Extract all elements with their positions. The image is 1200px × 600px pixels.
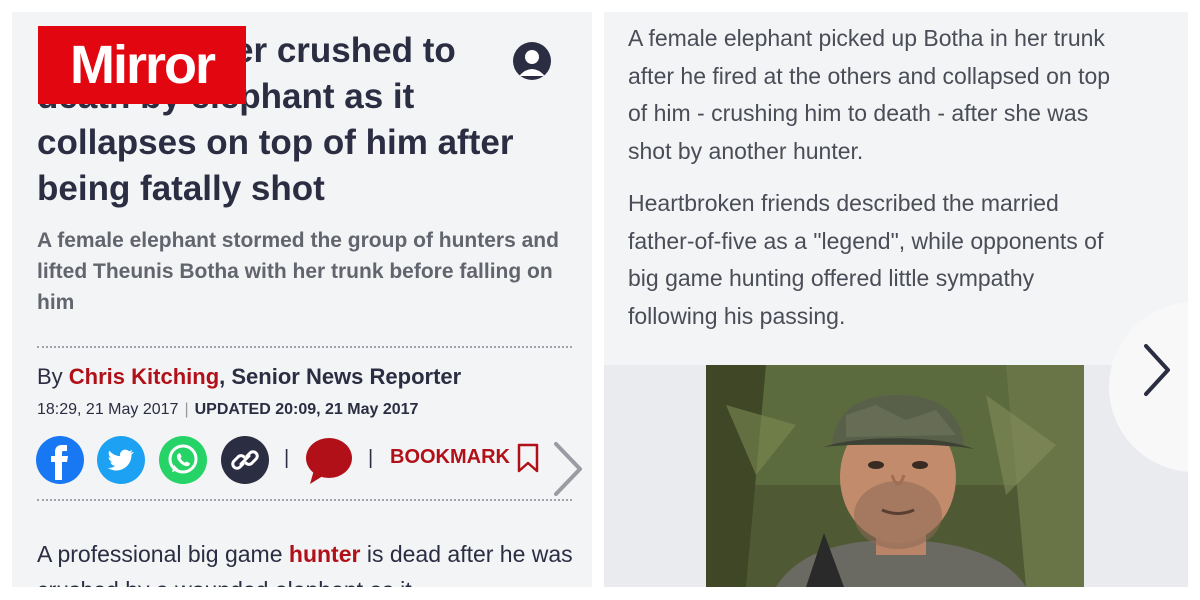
headline-line-3: collapses on top of him after <box>37 123 514 162</box>
divider <box>37 346 572 348</box>
hunter-link[interactable]: hunter <box>289 541 361 567</box>
comment-icon[interactable] <box>304 436 354 486</box>
date-separator: | <box>184 401 189 418</box>
author-role: , Senior News Reporter <box>219 364 462 389</box>
body-text: A professional big game <box>37 541 289 567</box>
article-photo[interactable] <box>706 365 1084 587</box>
article-header-panel: Mirror nter crushed to death by elephant… <box>12 12 592 587</box>
article-subheading: A female elephant stormed the group of h… <box>37 229 559 314</box>
chevron-right-icon[interactable] <box>1142 342 1172 403</box>
facebook-icon[interactable] <box>36 436 84 484</box>
account-icon[interactable] <box>513 42 551 80</box>
article-paragraph: A female elephant picked up Botha in her… <box>628 25 1111 164</box>
whatsapp-icon[interactable] <box>159 436 207 484</box>
article-dates: 18:29, 21 May 2017 | UPDATED 20:09, 21 May… <box>37 401 418 419</box>
bookmark-button[interactable]: BOOKMARK <box>390 446 510 469</box>
article-body-panel: A female elephant picked up Botha in her… <box>604 12 1188 587</box>
byline: By Chris Kitching, Senior News Reporter <box>37 364 461 390</box>
byline-prefix: By <box>37 364 69 389</box>
chevron-right-icon[interactable] <box>552 440 586 503</box>
mirror-logo[interactable]: Mirror <box>38 26 246 104</box>
bookmark-icon[interactable] <box>517 443 539 478</box>
share-pipe-2: | <box>368 447 374 469</box>
updated-time: UPDATED 20:09, 21 May 2017 <box>194 401 419 418</box>
article-paragraph: Heartbroken friends described the marrie… <box>628 190 1104 329</box>
divider-2 <box>37 499 572 501</box>
article-body-start: A professional big game hunter is dead a… <box>37 536 577 587</box>
twitter-icon[interactable] <box>97 436 145 484</box>
link-icon[interactable] <box>221 436 269 484</box>
headline-line-4: being fatally shot <box>37 169 325 208</box>
share-pipe: | <box>284 447 290 469</box>
author-link[interactable]: Chris Kitching <box>69 364 219 389</box>
published-time: 18:29, 21 May 2017 <box>37 401 179 418</box>
